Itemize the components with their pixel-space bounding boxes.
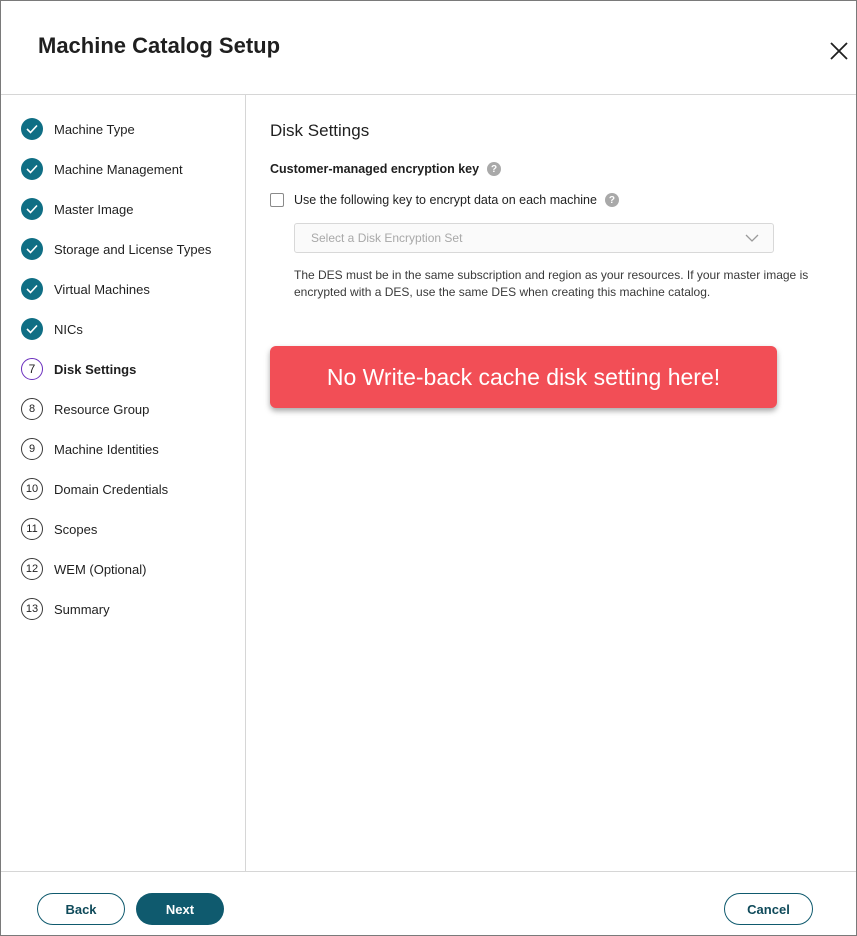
wizard-step-label: Machine Identities — [54, 441, 159, 457]
step-number: 9 — [21, 438, 43, 460]
section-title: Disk Settings — [270, 121, 370, 140]
back-button[interactable]: Back — [37, 893, 125, 925]
check-icon — [21, 238, 43, 260]
wizard-step[interactable]: 11 Scopes — [21, 517, 97, 541]
step-number: 10 — [21, 478, 43, 500]
wizard-steps-sidebar: Machine Type Machine Management Master Ima… — [1, 95, 246, 871]
step-number: 8 — [21, 398, 43, 420]
step-number: 13 — [21, 598, 43, 620]
wizard-step-label: Resource Group — [54, 401, 150, 417]
wizard-step[interactable]: 12 WEM (Optional) — [21, 557, 146, 581]
wizard-step-label: Scopes — [54, 521, 98, 537]
callout-banner: No Write-back cache disk setting here! — [270, 346, 777, 408]
wizard-step-label: Master Image — [54, 201, 134, 217]
check-icon — [21, 118, 43, 140]
wizard-step[interactable]: Virtual Machines — [21, 277, 150, 301]
check-icon — [21, 198, 43, 220]
machine-catalog-dialog: Machine Catalog Setup Machine Type Machin… — [0, 0, 857, 936]
wizard-step-label: Machine Type — [54, 121, 135, 137]
wizard-step[interactable]: 9 Machine Identities — [21, 437, 159, 461]
content-panel: Disk Settings Customer-managed encryptio… — [246, 95, 856, 871]
wizard-step-label: Storage and License Types — [54, 241, 212, 257]
chevron-down-icon — [745, 234, 759, 242]
encryption-key-label: Customer-managed encryption key — [270, 162, 480, 176]
select-placeholder: Select a Disk Encryption Set — [311, 231, 463, 245]
dialog-footer: Back Next Cancel — [1, 871, 856, 936]
wizard-step-label: Domain Credentials — [54, 481, 169, 497]
encrypt-checkbox-label[interactable]: Use the following key to encrypt data on… — [294, 193, 597, 207]
check-icon — [21, 318, 43, 340]
encrypt-checkbox-row[interactable]: Use the following key to encrypt data on… — [270, 193, 619, 207]
step-number: 12 — [21, 558, 43, 580]
wizard-step[interactable]: 7 Disk Settings — [21, 357, 136, 381]
wizard-step[interactable]: 10 Domain Credentials — [21, 477, 168, 501]
wizard-step[interactable]: Master Image — [21, 197, 133, 221]
help-icon[interactable]: ? — [604, 193, 619, 207]
next-button[interactable]: Next — [136, 893, 224, 925]
encryption-key-heading: Customer-managed encryption key ? — [270, 162, 502, 176]
step-number: 11 — [21, 518, 43, 540]
wizard-step[interactable]: 13 Summary — [21, 597, 110, 621]
step-number: 7 — [21, 358, 43, 380]
wizard-step[interactable]: 8 Resource Group — [21, 397, 149, 421]
wizard-step-label: Virtual Machines — [54, 281, 150, 297]
wizard-step-label: Machine Management — [54, 161, 183, 177]
wizard-step[interactable]: Machine Management — [21, 157, 183, 181]
des-note: The DES must be in the same subscription… — [294, 268, 809, 299]
wizard-step[interactable]: Machine Type — [21, 117, 135, 141]
help-icon[interactable]: ? — [487, 162, 502, 176]
wizard-step-label: Summary — [54, 601, 110, 617]
wizard-step-label: WEM (Optional) — [54, 561, 147, 577]
cancel-button[interactable]: Cancel — [724, 893, 813, 925]
dialog-title: Machine Catalog Setup — [38, 33, 281, 58]
close-icon[interactable] — [827, 39, 851, 63]
check-icon — [21, 278, 43, 300]
wizard-step-label: NICs — [54, 321, 83, 337]
dialog-header: Machine Catalog Setup — [1, 1, 856, 95]
check-icon — [21, 158, 43, 180]
wizard-step[interactable]: Storage and License Types — [21, 237, 211, 261]
disk-encryption-set-select[interactable]: Select a Disk Encryption Set — [294, 223, 774, 253]
wizard-step-label: Disk Settings — [54, 361, 137, 377]
encrypt-checkbox[interactable] — [270, 193, 284, 207]
wizard-step[interactable]: NICs — [21, 317, 83, 341]
